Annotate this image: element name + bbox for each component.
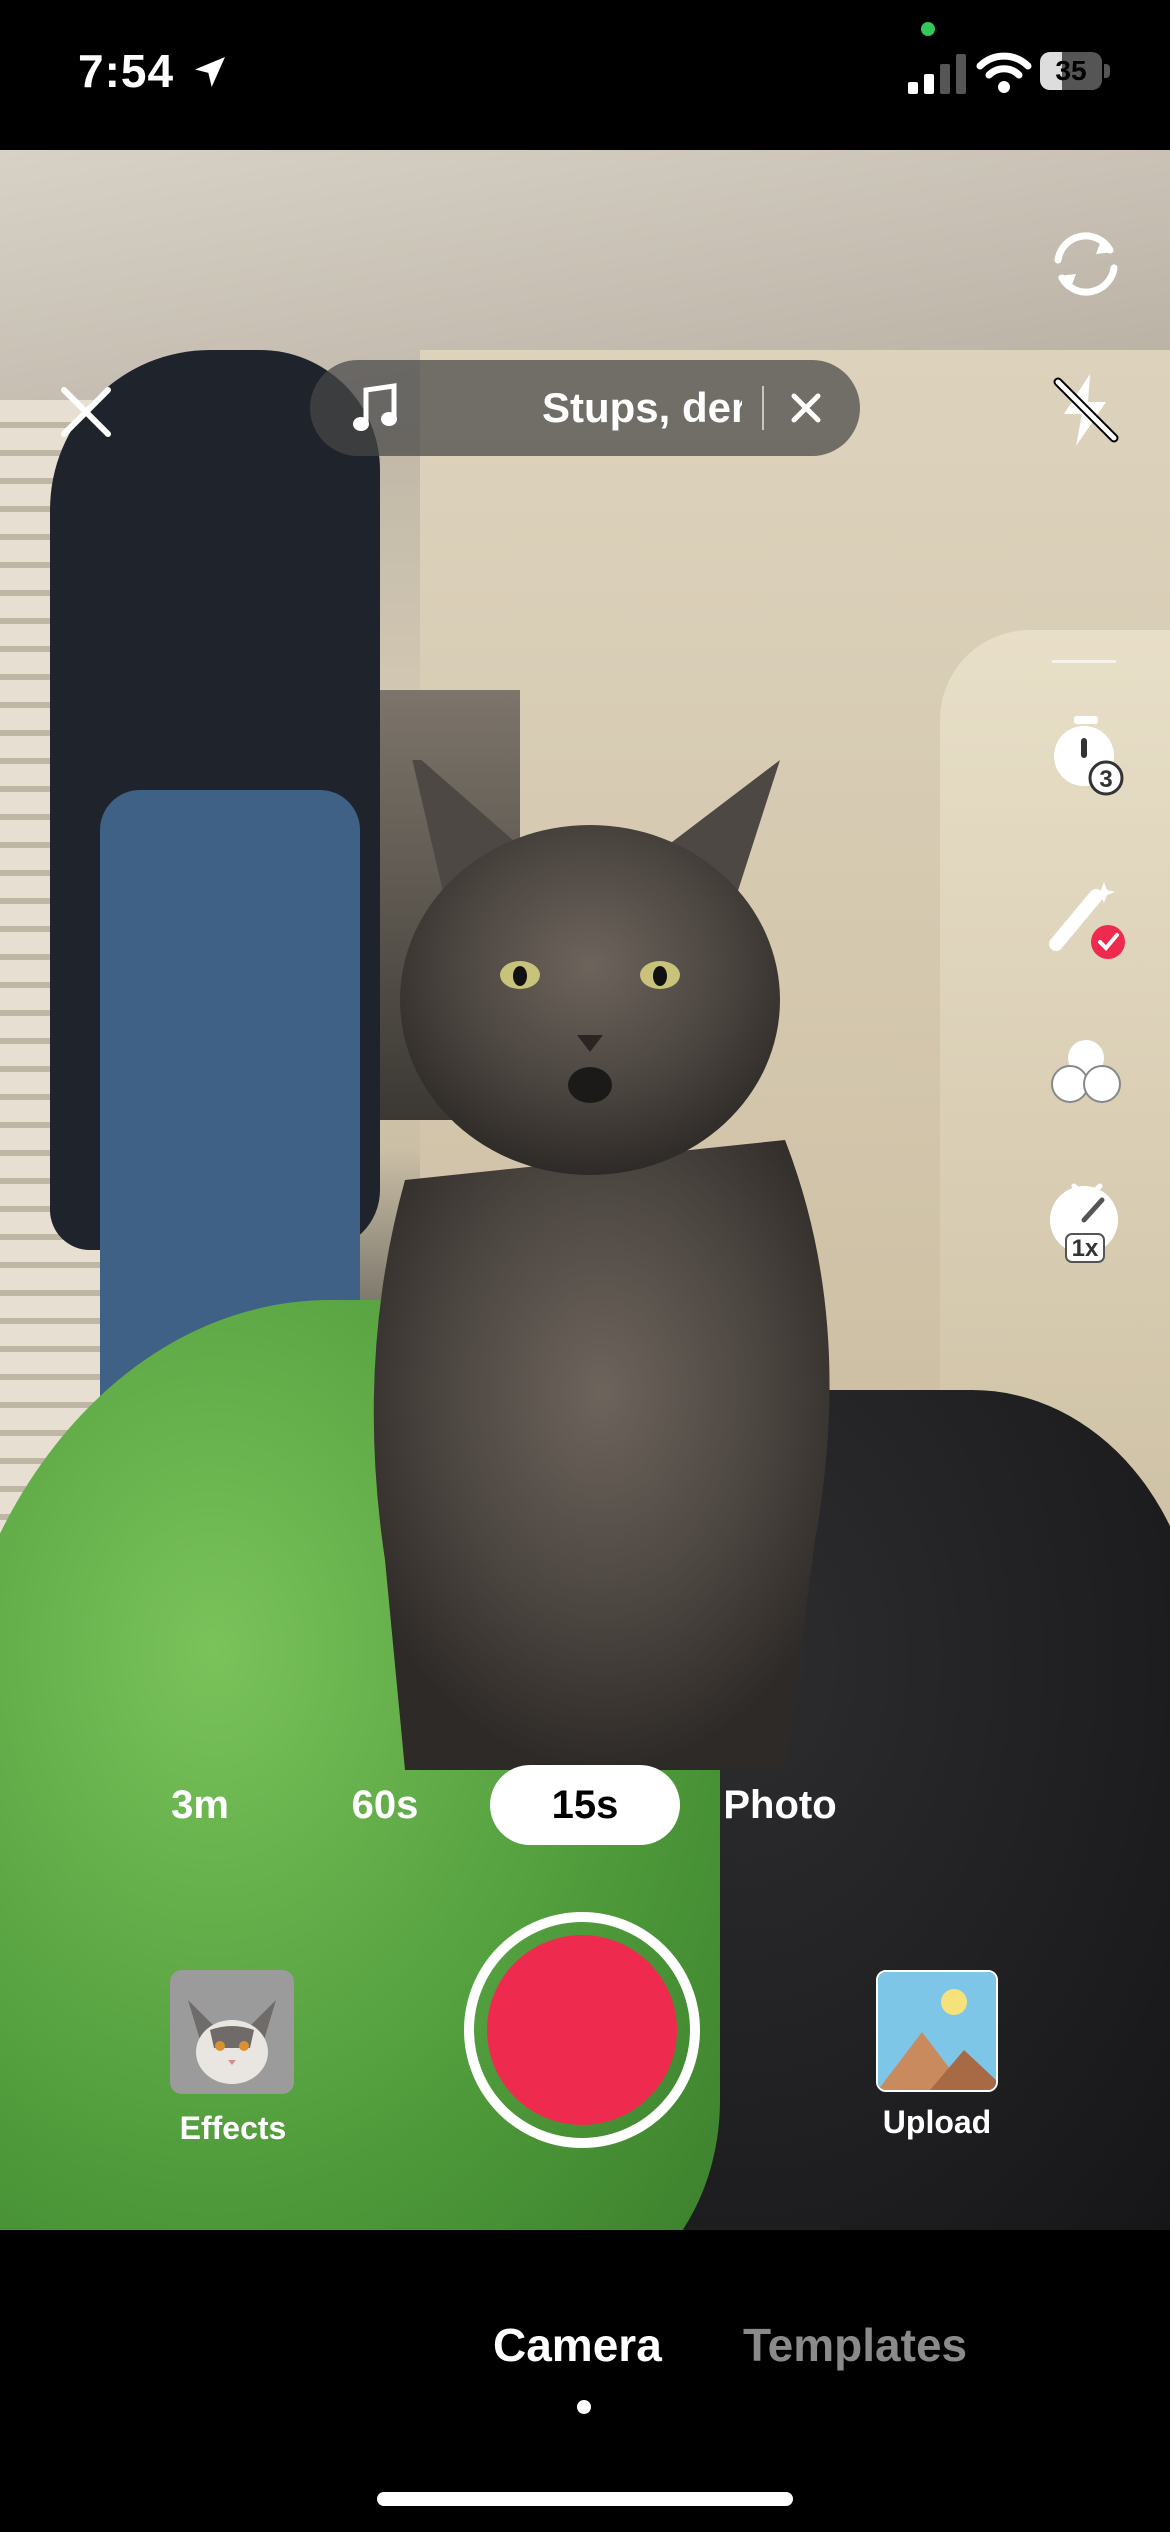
active-tab-indicator [577,2400,591,2414]
bottom-tab-bar: Camera Templates [0,2230,1170,2532]
sound-separator [762,386,764,430]
toolbar-divider [1052,660,1116,663]
remove-sound-icon[interactable] [784,386,828,430]
chevron-down-icon[interactable] [1070,1180,1104,1204]
effects-thumbnail [170,1970,294,2094]
flip-camera-icon[interactable] [1044,222,1128,306]
speed-badge: 1x [1072,1235,1099,1262]
duration-option-photo[interactable]: Photo [710,1765,850,1845]
status-bar: 7:54 35 [0,0,1170,150]
image-gallery-icon [878,1972,996,2090]
timer-3s-icon[interactable]: 3 [1044,712,1128,796]
beauty-wand-icon[interactable] [1044,878,1128,962]
timer-badge: 3 [1099,766,1112,793]
home-indicator[interactable] [377,2492,793,2506]
effects-button[interactable] [170,1970,294,2094]
music-note-icon [353,383,397,431]
cat-preview [373,760,830,1770]
add-sound-button[interactable]: Stups, der [310,360,860,456]
tab-camera[interactable]: Camera [493,2318,662,2372]
battery-icon: 35 [1040,52,1112,92]
sound-title: Stups, der [542,384,742,431]
duration-option-3m[interactable]: 3m [150,1765,250,1845]
cellular-signal-icon [908,54,966,94]
close-icon[interactable] [52,378,120,446]
duration-option-15s[interactable]: 15s [490,1765,680,1845]
camera-in-use-indicator [921,22,935,36]
upload-label: Upload [882,2104,992,2140]
battery-level: 35 [1055,55,1087,86]
record-button[interactable] [487,1935,677,2125]
duration-selector: 3m 60s 15s Photo [150,1765,870,1845]
filters-icon[interactable] [1044,1030,1128,1114]
wifi-icon [976,52,1032,93]
status-time: 7:54 [78,45,175,97]
duration-option-60s[interactable]: 60s [325,1765,445,1845]
upload-button[interactable] [876,1970,998,2092]
location-arrow-icon [195,57,225,87]
effects-label: Effects [179,2110,287,2146]
flash-off-icon[interactable] [1044,368,1128,452]
tab-templates[interactable]: Templates [743,2318,967,2372]
